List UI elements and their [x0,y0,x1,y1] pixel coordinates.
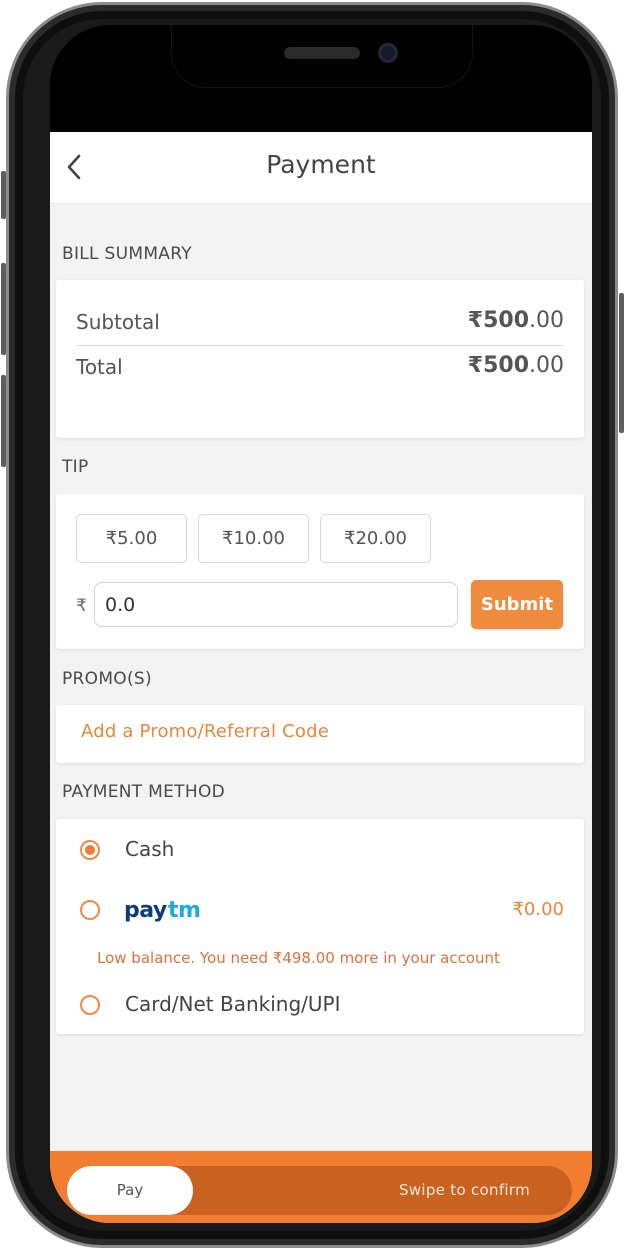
cash-radio[interactable] [80,840,100,860]
tip-chip-5[interactable]: ₹5.00 [76,514,187,563]
front-camera [378,43,398,63]
cash-label[interactable]: Cash [125,837,174,861]
page-title: Payment [266,150,376,179]
notch [172,25,472,87]
subtotal-amount: ₹500.00 [468,308,564,333]
paytm-radio[interactable] [80,900,100,920]
paytm-balance: ₹0.00 [512,899,564,920]
app-header: Payment [50,132,592,204]
payment-method-card: Cash pay tm ₹0.00 Low balance. You need … [56,819,584,1034]
card-netbanking-upi-label[interactable]: Card/Net Banking/UPI [125,992,341,1016]
promo-card: Add a Promo/Referral Code [56,705,584,763]
phone-frame: Payment BILL SUMMARY Subtotal ₹500.00 To… [1,2,624,1248]
tip-chip-10[interactable]: ₹10.00 [198,514,309,563]
bill-divider [76,345,564,346]
bill-summary-heading: BILL SUMMARY [62,244,192,264]
tip-heading: TIP [62,457,89,477]
total-amount: ₹500.00 [468,353,564,378]
card-netbanking-upi-radio[interactable] [80,995,100,1015]
power-button [619,293,624,433]
tip-card: ₹5.00 ₹10.00 ₹20.00 ₹ Submit [56,494,584,649]
submit-tip-button[interactable]: Submit [471,580,563,629]
swipe-thumb[interactable]: Pay [67,1166,193,1215]
tip-chip-20[interactable]: ₹20.00 [320,514,431,563]
total-amount-decimals: .00 [529,353,564,378]
promo-heading: PROMO(S) [62,669,152,689]
subtotal-amount-whole: ₹500 [467,308,529,333]
svg-text:pay: pay [124,898,167,922]
total-amount-whole: ₹500 [467,353,529,378]
total-label: Total [76,355,123,379]
mute-switch [1,171,6,219]
volume-down-button [1,375,6,467]
add-promo-code-link[interactable]: Add a Promo/Referral Code [81,721,329,742]
phone-screen: Payment BILL SUMMARY Subtotal ₹500.00 To… [50,25,592,1223]
swipe-to-pay-slider[interactable]: Pay Swipe to confirm [67,1166,572,1215]
tip-currency-symbol: ₹ [76,596,87,616]
swipe-hint: Swipe to confirm [399,1181,530,1199]
volume-up-button [1,263,6,355]
payment-method-heading: PAYMENT METHOD [62,782,226,802]
bill-summary-card: Subtotal ₹500.00 Total ₹500.00 [56,280,584,438]
paytm-logo-icon[interactable]: pay tm [124,896,206,922]
subtotal-row: Subtotal ₹500.00 [76,308,564,334]
svg-text:tm: tm [168,898,200,922]
subtotal-amount-decimals: .00 [529,308,564,333]
swipe-footer: Pay Swipe to confirm [50,1151,592,1223]
total-row: Total ₹500.00 [76,353,564,379]
speaker-grille [284,47,360,59]
payment-screen: Payment BILL SUMMARY Subtotal ₹500.00 To… [50,132,592,1223]
subtotal-label: Subtotal [76,310,160,334]
custom-tip-input[interactable] [94,582,458,627]
low-balance-warning: Low balance. You need ₹498.00 more in yo… [97,949,500,967]
